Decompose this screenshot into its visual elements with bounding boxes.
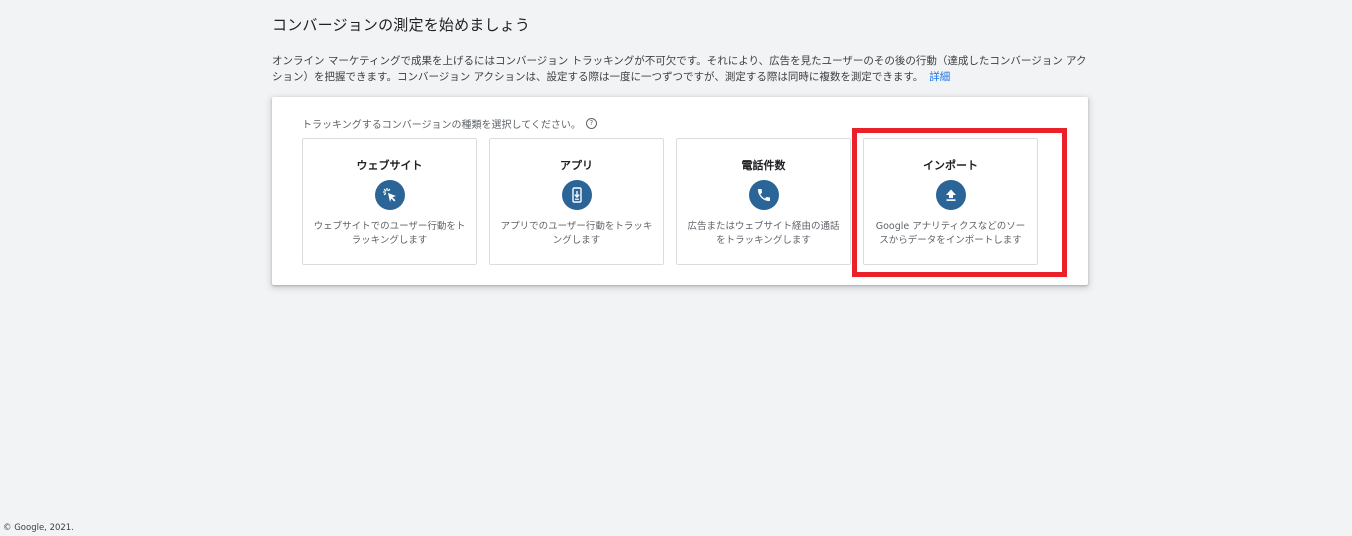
intro-paragraph: オンライン マーケティングで成果を上げるにはコンバージョン トラッキングが不可欠… bbox=[272, 55, 1087, 83]
card-website[interactable]: ウェブサイト ウェブサイトでのユーザー行動をトラッキングします bbox=[302, 138, 477, 265]
card-title: 電話件数 bbox=[741, 159, 786, 172]
page-title: コンバージョンの測定を始めましょう bbox=[272, 16, 531, 34]
phone-download-icon bbox=[561, 180, 592, 210]
card-description: Google アナリティクスなどのソースからデータをインポートします bbox=[875, 221, 1026, 246]
card-phone-calls[interactable]: 電話件数 広告またはウェブサイト経由の通話をトラッキングします bbox=[676, 138, 851, 265]
conversion-type-cards: ウェブサイト ウェブサイトでのユーザー行動をトラッキングします アプリ アプリで… bbox=[302, 138, 1038, 265]
card-description: アプリでのユーザー行動をトラッキングします bbox=[500, 221, 653, 246]
card-title: ウェブサイト bbox=[356, 159, 423, 172]
card-title: インポート bbox=[923, 159, 978, 172]
card-description: 広告またはウェブサイト経由の通話をトラッキングします bbox=[687, 221, 840, 246]
details-link[interactable]: 詳細 bbox=[929, 71, 950, 83]
prompt-text: トラッキングするコンバージョンの種類を選択してください。 bbox=[302, 120, 581, 131]
card-app[interactable]: アプリ アプリでのユーザー行動をトラッキングします bbox=[489, 138, 664, 265]
upload-icon bbox=[935, 180, 966, 210]
footer-copyright: © Google, 2021. bbox=[3, 523, 74, 533]
conversion-type-panel: トラッキングするコンバージョンの種類を選択してください。 ? ウェブサイト ウェ… bbox=[272, 97, 1088, 285]
conversion-type-prompt: トラッキングするコンバージョンの種類を選択してください。 ? bbox=[302, 116, 597, 131]
intro-text: オンライン マーケティングで成果を上げるにはコンバージョン トラッキングが不可欠… bbox=[272, 53, 1092, 85]
phone-icon bbox=[748, 180, 779, 210]
cursor-click-icon bbox=[374, 180, 405, 210]
help-icon[interactable]: ? bbox=[585, 118, 597, 129]
card-import[interactable]: インポート Google アナリティクスなどのソースからデータをインポートします bbox=[863, 138, 1038, 265]
card-title: アプリ bbox=[560, 159, 593, 172]
card-description: ウェブサイトでのユーザー行動をトラッキングします bbox=[313, 221, 466, 246]
